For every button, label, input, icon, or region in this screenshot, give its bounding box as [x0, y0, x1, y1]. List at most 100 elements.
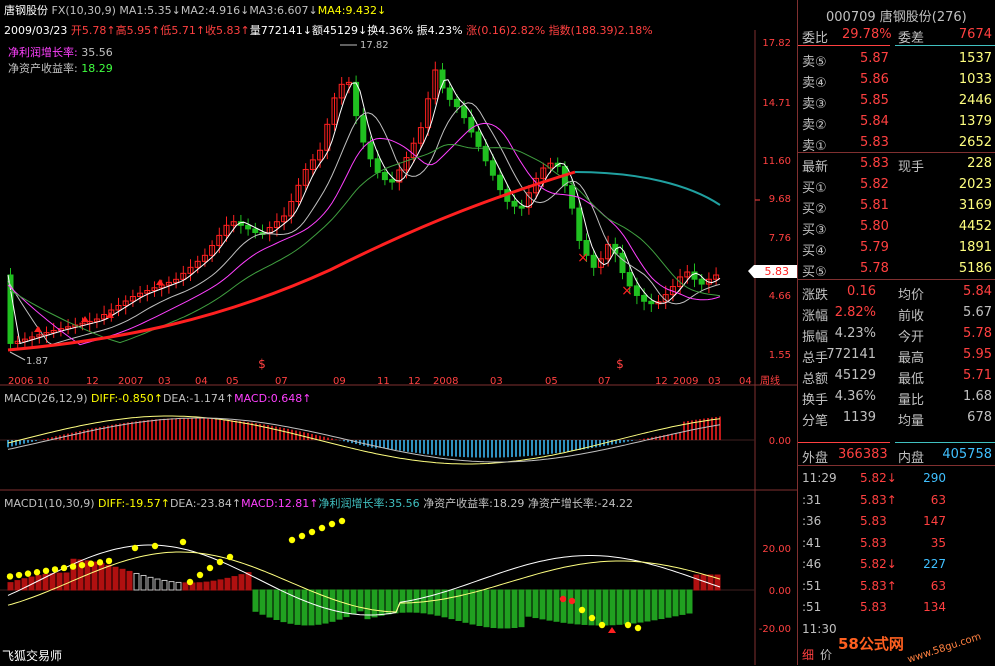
macd1-bar: [35, 575, 42, 591]
sell-level-row[interactable]: 卖④ 5.86 1033: [798, 69, 995, 91]
stat-value2: 5.78: [963, 326, 992, 341]
macd1-bar: [651, 589, 658, 621]
tab-price[interactable]: 价: [820, 646, 832, 663]
macd1-axis-label: 20.00: [762, 544, 791, 555]
stat-label2: 均量: [898, 414, 925, 429]
buy-level-row[interactable]: 买① 5.82 2023: [798, 174, 995, 196]
ob-volume: 1033: [958, 72, 992, 87]
signal-dot: [15, 571, 23, 579]
sell-level-row[interactable]: 卖① 5.83 2652: [798, 132, 995, 154]
ma3-line: [7, 122, 721, 346]
tick-row: 11:29 5.82↓ 290: [798, 468, 995, 489]
candle-body: [569, 185, 576, 209]
stat-label2: 前收: [898, 309, 925, 324]
stat-value2: 5.84: [963, 284, 992, 299]
dividend-marker: $: [258, 357, 266, 371]
kline-chart-area[interactable]: 17.82 14.71 11.60 9.68 7.76 4.66 1.55 2006 10 12…: [0, 0, 797, 665]
tab-detail[interactable]: 细: [802, 646, 814, 663]
macd1-bar: [413, 589, 420, 613]
stat-label: 涨跌: [802, 288, 829, 303]
macd1-bar: [63, 572, 70, 591]
latest-price-row[interactable]: 最新 5.83 现手 228: [798, 153, 995, 175]
signal-cross: ×: [621, 283, 633, 299]
tick-price: 5.83: [860, 535, 887, 550]
ob-price: 5.85: [860, 93, 889, 108]
macd1-bar: [231, 576, 238, 591]
month-axis-label: 03: [490, 376, 503, 387]
h4-segment: 净资产收益率:: [8, 62, 78, 75]
candle-body: [489, 160, 496, 176]
buy-level-row[interactable]: 买⑤ 5.78 5186: [798, 258, 995, 280]
macd1-bar: [567, 589, 574, 624]
macd1-bar: [161, 579, 168, 591]
macd1-bar: [112, 566, 119, 591]
signal-dot: [226, 553, 234, 561]
buy-level-row[interactable]: 买④ 5.79 1891: [798, 237, 995, 259]
mt1-segment: 净资产收益率:18.29: [423, 497, 528, 510]
software-name: 飞狐交易师: [2, 649, 63, 663]
signal-dot: [151, 542, 159, 550]
macd1-bar: [490, 589, 497, 629]
wei-bi-label: 委比: [802, 31, 829, 46]
wei-bi-row: 委比 29.78% 委差 7674: [798, 24, 995, 46]
stat-row: 总手 772141 最高 5.95: [798, 344, 995, 366]
macd1-bar: [238, 574, 245, 591]
tick-row: :41 5.83 35: [798, 533, 995, 554]
tick-time: :31: [802, 492, 822, 507]
ob-price: 5.86: [860, 72, 889, 87]
stat-label: 分笔: [802, 414, 829, 429]
macd1-bar: [448, 589, 455, 620]
macd-zero-label: 0.00: [769, 436, 791, 447]
ob-price: 5.78: [860, 261, 889, 276]
tick-time: 11:29: [802, 471, 837, 485]
candle-body: [698, 278, 705, 285]
ob-label: 卖②: [802, 118, 827, 133]
macd1-bar: [637, 589, 644, 623]
buy-level-row[interactable]: 买③ 5.80 4452: [798, 216, 995, 238]
sell-level-row[interactable]: 卖② 5.84 1379: [798, 111, 995, 133]
mt1-segment: 净利润增长率:35.56: [318, 497, 424, 510]
h1-segment: 唐钢股份: [4, 4, 48, 17]
nei-pan-value: 405758: [942, 447, 992, 462]
ob-price: 5.81: [860, 198, 889, 213]
h1-segment: MA3:6.607↓: [249, 4, 318, 17]
signal-triangle: [34, 326, 42, 332]
macd1-bar: [49, 573, 56, 591]
h2-segment: 量772141↓: [249, 24, 312, 37]
signal-dot: [318, 524, 326, 532]
macd1-bar: [539, 589, 546, 620]
signal-dot: [216, 558, 224, 566]
macd1-bar: [630, 589, 637, 624]
stat-label: 涨幅: [802, 309, 829, 324]
macd1-bar: [427, 589, 434, 615]
signal-dot: [338, 517, 346, 525]
candle-body: [245, 224, 252, 230]
stat-label2: 今开: [898, 330, 925, 345]
buy-level-row[interactable]: 买② 5.81 3169: [798, 195, 995, 217]
h2-segment: 涨(0.16)2.82%: [466, 24, 549, 37]
macd1-bar: [483, 589, 490, 628]
macd1-bar: [469, 589, 476, 625]
macd1-bar: [560, 589, 567, 623]
stat-label2: 最低: [898, 372, 925, 387]
month-axis-label: 2007: [118, 376, 143, 387]
sell-level-row[interactable]: 卖⑤ 5.87 1537: [798, 48, 995, 70]
signal-dot: [328, 520, 336, 528]
macd1-bar: [147, 576, 154, 591]
macd1-bar: [315, 589, 322, 625]
signal-dot: [42, 567, 50, 574]
low-marker-line: [9, 351, 26, 361]
macd1-bar: [658, 589, 665, 620]
tick-time: :36: [802, 514, 822, 528]
macd1-bar: [252, 589, 259, 612]
candle-body: [641, 294, 648, 302]
ob-label: 买④: [802, 244, 827, 259]
month-axis-label: 2008: [433, 376, 458, 387]
ob-volume: 228: [967, 156, 992, 171]
h1-segment: MA2:4.916↓: [180, 4, 250, 17]
price-axis-label: 7.76: [769, 233, 791, 244]
ob-price: 5.79: [860, 240, 889, 255]
macd1-bar: [175, 581, 182, 591]
h2-segment: 2009/03/23: [4, 24, 71, 37]
sell-level-row[interactable]: 卖③ 5.85 2446: [798, 90, 995, 112]
